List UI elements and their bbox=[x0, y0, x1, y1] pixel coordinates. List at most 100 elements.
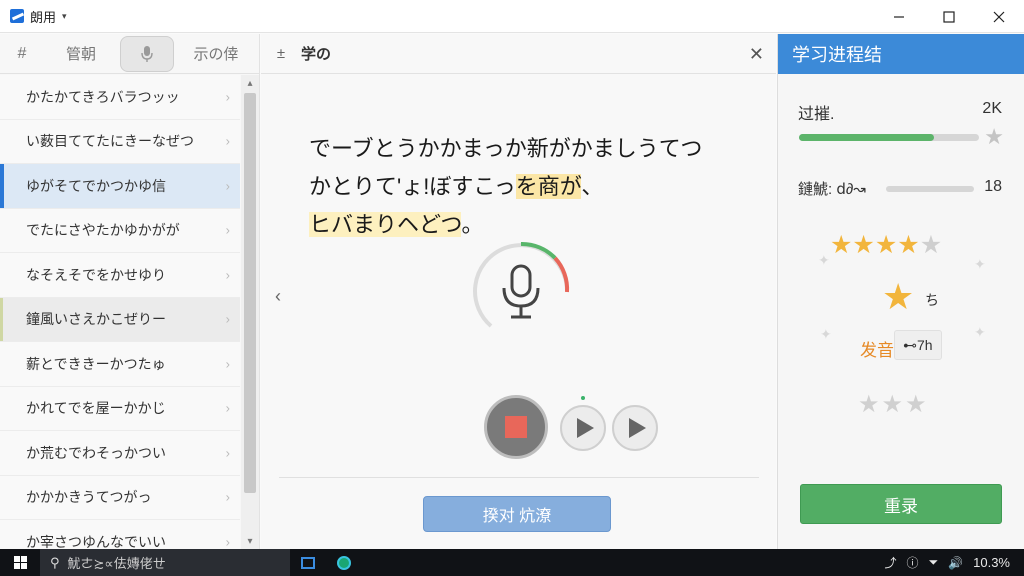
title-menu-chevron-icon[interactable]: ▾ bbox=[62, 11, 67, 22]
minimize-button[interactable] bbox=[874, 0, 924, 33]
practice-title: 学の bbox=[301, 46, 332, 63]
stop-record-button[interactable] bbox=[484, 395, 548, 459]
list-item[interactable]: か荒むでわそっかつい › bbox=[0, 431, 240, 476]
left-toolbar: # 管朝 示の倖 bbox=[0, 34, 259, 74]
passage-punct-2: 。 bbox=[461, 212, 484, 237]
playback-controls bbox=[484, 395, 664, 459]
system-tray: ⤴ ⓘ ⏷ 🔊 10.3% bbox=[885, 549, 1024, 576]
star-rating[interactable]: ★★★★★ bbox=[830, 230, 942, 260]
app-logo-icon bbox=[10, 9, 24, 23]
list-item-label: 薪とでききーかつたゅ bbox=[26, 355, 166, 372]
fluency-value: 18 bbox=[984, 178, 1002, 195]
pronunciation-badge: ⊷7h bbox=[894, 330, 942, 360]
close-practice-icon[interactable]: ✕ bbox=[749, 44, 764, 65]
app-window-icon bbox=[301, 556, 315, 569]
chevron-right-icon: › bbox=[225, 267, 230, 283]
hash-icon[interactable]: # bbox=[0, 34, 44, 74]
chevron-right-icon: › bbox=[225, 89, 230, 105]
sparkle-icon: ✦ bbox=[818, 252, 830, 268]
list-item[interactable]: か宰さつゆんなでいい › bbox=[0, 520, 240, 549]
taskbar-search[interactable]: ⚲ 魷ㄜ≿∝佉嫥佬ㄝ bbox=[40, 549, 290, 576]
scroll-up-icon[interactable]: ▴ bbox=[241, 75, 259, 91]
maximize-button[interactable] bbox=[924, 0, 974, 33]
tray-icon[interactable]: ⓘ bbox=[907, 554, 919, 571]
passage-line-1: でーブとうかかまっか新がかましうてつ bbox=[309, 136, 703, 161]
play-recording-button[interactable] bbox=[560, 405, 606, 451]
chevron-right-icon: › bbox=[225, 356, 230, 372]
list-item-label: かたかてきろバラつッッ bbox=[26, 88, 180, 105]
play-icon bbox=[629, 418, 646, 438]
mic-filter-button[interactable] bbox=[120, 35, 174, 72]
list-item[interactable]: でたにさやたかゆかがが › bbox=[0, 208, 240, 253]
list-item-label: かかかきうてつがっ bbox=[26, 489, 152, 506]
taskbar-search-text: 魷ㄜ≿∝佉嫥佬ㄝ bbox=[67, 556, 166, 571]
chevron-right-icon: › bbox=[225, 400, 230, 416]
scroll-down-icon[interactable]: ▾ bbox=[241, 533, 259, 549]
chevron-right-icon: › bbox=[225, 222, 230, 238]
practice-panel: ± 学の ✕ でーブとうかかまっか新がかましうてつ かとりて'ょ!ぼすこっを商が… bbox=[261, 34, 776, 549]
app-title: 朗用 bbox=[30, 9, 57, 25]
taskbar-app-edge[interactable] bbox=[326, 549, 362, 576]
tab-display[interactable]: 示の倖 bbox=[176, 34, 256, 74]
chevron-right-icon: › bbox=[225, 311, 230, 327]
tray-icon[interactable]: ⏷ bbox=[929, 555, 939, 570]
highlighted-phrase[interactable]: ヒバまりヘどつ bbox=[309, 212, 462, 237]
recording-mic-button[interactable] bbox=[471, 240, 571, 340]
play-icon bbox=[577, 418, 594, 438]
close-button[interactable] bbox=[974, 0, 1024, 33]
volume-icon[interactable]: 🔊 bbox=[948, 556, 963, 570]
list-item-label: かれてでを屋ーかかじ bbox=[26, 400, 166, 417]
reading-passage: でーブとうかかまっか新がかましうてつ かとりて'ょ!ぼすこっを商が、 ヒバまりヘ… bbox=[309, 130, 749, 244]
play-reference-button[interactable] bbox=[612, 405, 658, 451]
submit-button[interactable]: 揆对 炕潦 bbox=[423, 496, 611, 532]
practice-header: ± 学の ✕ bbox=[261, 34, 776, 74]
lesson-list: かたかてきろバラつッッ › い薮目ててたにきーなぜつ › ゆがそてでかつかゆ信 › でたにさ… bbox=[0, 75, 240, 549]
title-bar: 朗用 ▾ bbox=[0, 0, 1024, 33]
tab-manage[interactable]: 管朝 bbox=[44, 34, 118, 74]
list-item[interactable]: なそえそでをかせゆり › bbox=[0, 253, 240, 298]
list-item[interactable]: 薪とでききーかつたゅ › bbox=[0, 342, 240, 387]
list-item[interactable]: ゆがそてでかつかゆ信 › bbox=[0, 164, 240, 209]
list-item[interactable]: い薮目ててたにきーなぜつ › bbox=[0, 119, 240, 164]
taskbar: ⚲ 魷ㄜ≿∝佉嫥佬ㄝ ⤴ ⓘ ⏷ 🔊 10.3% bbox=[0, 549, 1024, 576]
list-item-label: い薮目ててたにきーなぜつ bbox=[26, 133, 194, 150]
list-scrollbar[interactable]: ▴ ▾ bbox=[241, 75, 259, 549]
star-icon[interactable]: ★ bbox=[852, 231, 874, 259]
start-button[interactable] bbox=[0, 549, 40, 576]
list-item-label: でたにさやたかゆかがが bbox=[26, 222, 180, 239]
chevron-right-icon: › bbox=[225, 489, 230, 505]
star-icon: ★ bbox=[984, 124, 1004, 149]
list-item-label: か荒むでわそっかつい bbox=[26, 444, 166, 461]
sparkle-icon: ✦ bbox=[974, 256, 986, 272]
app-window: 朗用 ▾ # 管朝 示の倖 かたかてきろバラつッッ › い薮目ててたにきーなぜつ… bbox=[0, 0, 1024, 576]
tray-clock[interactable]: 10.3% bbox=[973, 555, 1010, 570]
sparkle-icon: ✦ bbox=[820, 326, 832, 342]
list-item-label: ゆがそてでかつかゆ信 bbox=[26, 177, 166, 194]
sparkle-icon: ✦ bbox=[974, 324, 986, 340]
close-icon bbox=[993, 11, 1005, 22]
list-item[interactable]: かたかてきろバラつッッ › bbox=[0, 75, 240, 120]
list-item[interactable]: かれてでを屋ーかかじ › bbox=[0, 386, 240, 431]
plus-minus-icon: ± bbox=[276, 45, 286, 62]
star-icon: ★ bbox=[858, 391, 882, 418]
rerecord-button[interactable]: 重录 bbox=[800, 484, 1002, 524]
passage-line-2-text: かとりて'ょ!ぼすこっ bbox=[309, 174, 516, 199]
microphone-icon bbox=[141, 45, 153, 62]
scroll-thumb[interactable] bbox=[244, 93, 256, 493]
star-icon[interactable]: ★ bbox=[897, 231, 919, 259]
list-item[interactable]: かかかきうてつがっ › bbox=[0, 475, 240, 520]
list-item-label: 鐘風いさえかこぜりー bbox=[26, 311, 166, 328]
highlighted-word[interactable]: を商が bbox=[515, 174, 582, 199]
progress-panel: 学习进程结 过摧. 2K ★ 鏈鯱: ⅾ∂↝ 18 ✦ ✦ ★★★★★ ✦ ✦ … bbox=[777, 34, 1024, 549]
progress-value: 2K bbox=[982, 100, 1002, 117]
progress-title: 学习进程结 bbox=[778, 34, 1024, 74]
progress-bar bbox=[799, 134, 979, 141]
star-icon[interactable]: ★ bbox=[920, 231, 942, 259]
tray-icon[interactable]: ⤴ bbox=[885, 554, 897, 571]
passage-punct: 、 bbox=[581, 174, 604, 199]
list-item[interactable]: 鐘風いさえかこぜりー › bbox=[0, 297, 240, 342]
star-icon[interactable]: ★ bbox=[830, 231, 852, 259]
star-icon[interactable]: ★ bbox=[875, 231, 897, 259]
previous-chevron-icon[interactable]: ‹ bbox=[275, 286, 281, 307]
taskbar-app-window[interactable] bbox=[290, 549, 326, 576]
